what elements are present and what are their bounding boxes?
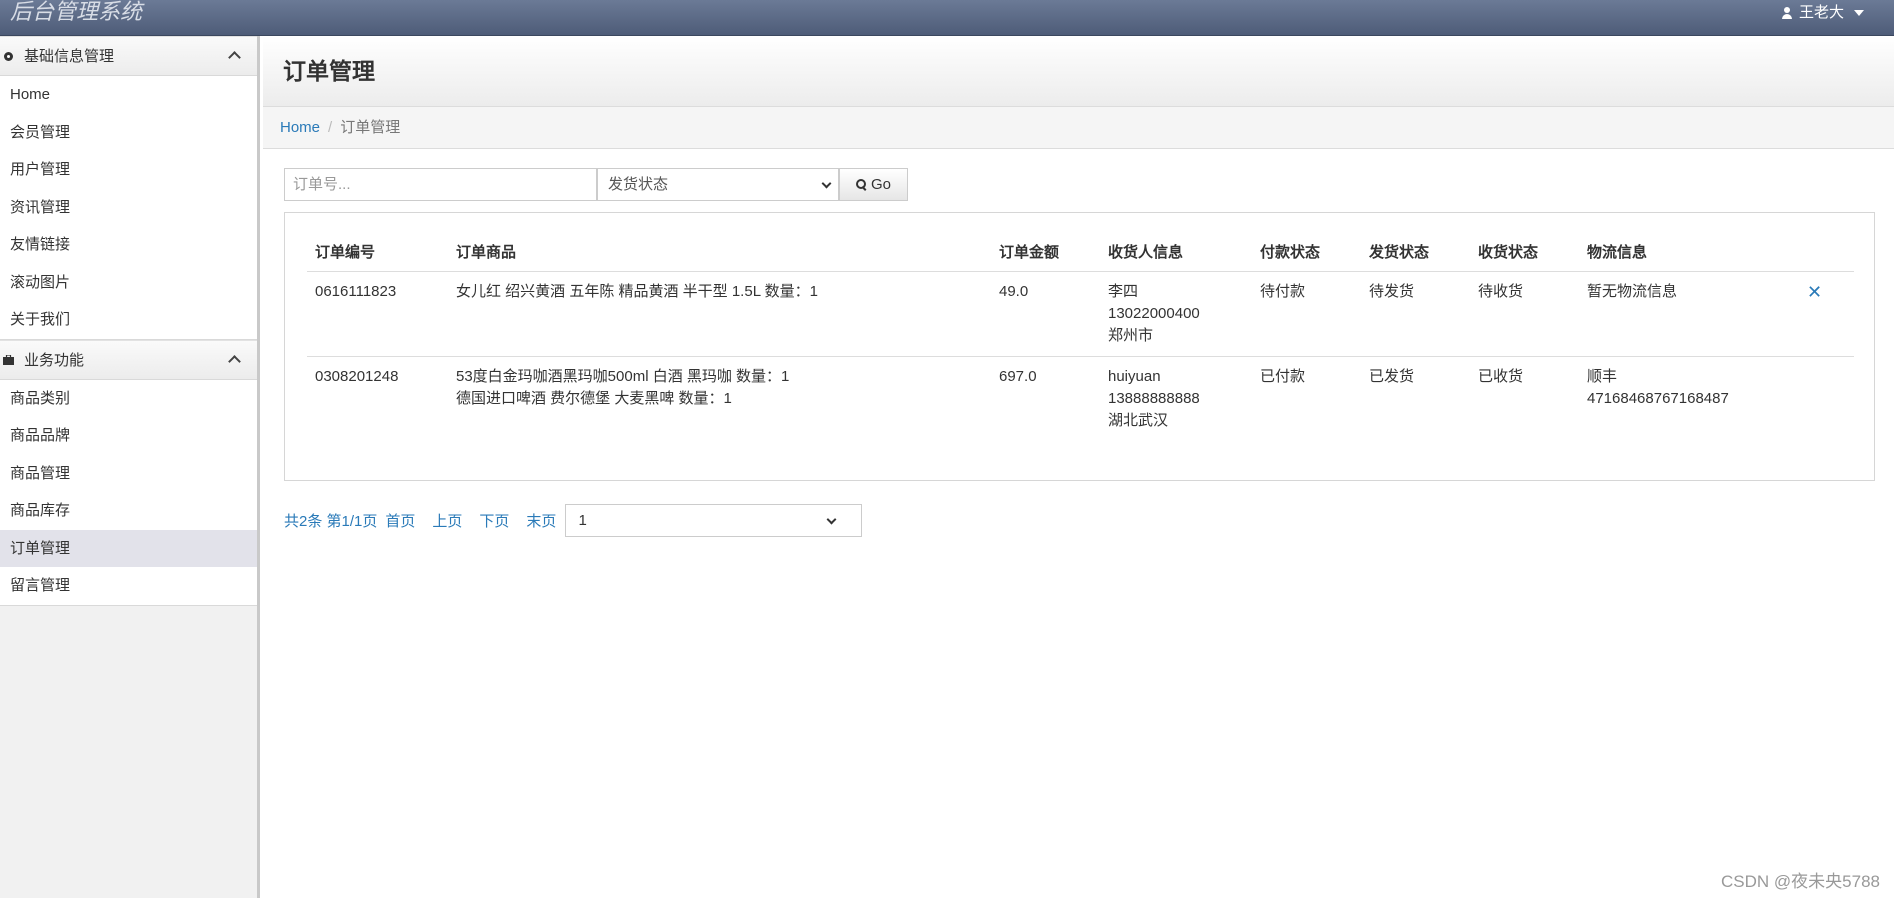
sidebar-item-orders[interactable]: 订单管理 [0,529,257,567]
order-number-input[interactable] [284,168,597,201]
sidebar-item-messages[interactable]: 留言管理 [0,567,257,605]
close-icon[interactable]: ✕ [1807,282,1822,302]
user-name: 王老大 [1798,4,1844,21]
sidebar-item-links[interactable]: 友情链接 [0,226,257,264]
receiver-address: 湖北武汉 [1108,411,1169,429]
sidebar-item-news[interactable]: 资讯管理 [0,189,257,227]
col-pay-status: 付款状态 [1252,233,1361,272]
logistics-cell: 暂无物流信息 [1579,271,1799,357]
main-content: 订单管理 Home / 订单管理 发货状态 Go 订单编号 订单商品 订单金额 [263,36,1894,898]
receiver-name: huiyuan [1108,367,1161,385]
goods-line: 女儿红 绍兴黄酒 五年陈 精品黄酒 半干型 1.5L 数量：1 [456,282,818,300]
orders-table: 订单编号 订单商品 订单金额 收货人信息 付款状态 发货状态 收货状态 物流信息… [307,233,1854,441]
dashboard-icon [4,52,13,61]
chevron-down-icon [821,178,832,189]
sidebar-group-business[interactable]: 业务功能 [0,339,257,380]
col-order-no: 订单编号 [307,233,448,272]
orders-panel: 订单编号 订单商品 订单金额 收货人信息 付款状态 发货状态 收货状态 物流信息… [284,212,1875,481]
sidebar-group-title: 业务功能 [24,351,85,369]
watermark: CSDN @夜未央5788 [1721,872,1880,891]
ship-status-cell: 待发货 [1361,271,1470,357]
app-title: 后台管理系统 [10,0,143,25]
goods-cell: 女儿红 绍兴黄酒 五年陈 精品黄酒 半干型 1.5L 数量：1 [448,271,991,357]
receiver-cell: 李四 13022000400 郑州市 [1100,271,1252,357]
ship-status-value: 发货状态 [608,176,669,193]
sidebar-item-members[interactable]: 会员管理 [0,114,257,152]
sidebar: 基础信息管理 Home 会员管理 用户管理 资讯管理 友情链接 滚动图片 关于我… [0,36,260,898]
breadcrumb-separator: / [328,119,333,136]
receive-status-cell: 待收货 [1470,271,1579,357]
pagination: 共2条 第1/1页 首页 上页 下页 末页 1 [284,504,863,537]
sidebar-item-about[interactable]: 关于我们 [0,301,257,339]
chevron-down-icon [826,514,837,525]
receiver-phone: 13022000400 [1108,304,1200,322]
col-receive-status: 收货状态 [1470,233,1579,272]
page-title: 订单管理 [263,36,1894,107]
breadcrumb-home-link[interactable]: Home [280,119,320,136]
user-menu[interactable]: 王老大 [1781,0,1864,26]
first-page-link[interactable]: 首页 [385,510,415,531]
receiver-cell: huiyuan 13888888888 湖北武汉 [1100,356,1252,441]
go-button[interactable]: Go [839,168,908,201]
actions-cell: ✕ [1799,271,1854,357]
sidebar-list-basic: Home 会员管理 用户管理 资讯管理 友情链接 滚动图片 关于我们 [0,76,257,340]
page-select-value: 1 [578,512,587,529]
chevron-up-icon [228,354,241,368]
col-actions [1799,233,1854,272]
breadcrumb-current: 订单管理 [340,119,401,136]
sidebar-item-carousel[interactable]: 滚动图片 [0,264,257,302]
goods-cell: 53度白金玛咖酒黑玛咖500ml 白酒 黑玛咖 数量：1 德国进口啤酒 费尔德堡… [448,356,991,441]
pagination-info: 共2条 第1/1页 [284,513,378,530]
user-icon [1781,7,1793,19]
table-row: 0616111823 女儿红 绍兴黄酒 五年陈 精品黄酒 半干型 1.5L 数量… [307,271,1854,357]
prev-page-link[interactable]: 上页 [432,510,462,531]
sidebar-list-business: 商品类别 商品品牌 商品管理 商品库存 订单管理 留言管理 [0,379,257,606]
logistics-line: 暂无物流信息 [1587,282,1678,300]
breadcrumb: Home / 订单管理 [263,107,1894,149]
amount-cell: 49.0 [991,271,1100,357]
sidebar-item-users[interactable]: 用户管理 [0,151,257,189]
search-bar: 发货状态 Go [284,168,908,201]
sidebar-item-inventory[interactable]: 商品库存 [0,492,257,530]
search-icon [855,179,867,190]
sidebar-item-categories[interactable]: 商品类别 [0,380,257,418]
table-row: 0308201248 53度白金玛咖酒黑玛咖500ml 白酒 黑玛咖 数量：1 … [307,356,1854,441]
page-select[interactable]: 1 [565,504,863,537]
sidebar-group-basic[interactable]: 基础信息管理 [0,36,257,76]
amount-cell: 697.0 [999,367,1037,385]
briefcase-icon [3,354,14,365]
pay-status-cell: 待付款 [1252,271,1361,357]
next-page-link[interactable]: 下页 [479,510,509,531]
receiver-address: 郑州市 [1108,326,1154,344]
table-header-row: 订单编号 订单商品 订单金额 收货人信息 付款状态 发货状态 收货状态 物流信息 [307,233,1854,272]
order-no-cell: 0308201248 [315,367,399,385]
last-page-link[interactable]: 末页 [526,510,556,531]
goods-line: 德国进口啤酒 费尔德堡 大麦黑啤 数量：1 [456,389,732,407]
ship-status-select[interactable]: 发货状态 [597,168,839,201]
goods-line: 53度白金玛咖酒黑玛咖500ml 白酒 黑玛咖 数量：1 [456,367,790,385]
sidebar-group-title: 基础信息管理 [24,48,115,65]
sidebar-item-brands[interactable]: 商品品牌 [0,417,257,455]
logistics-cell: 顺丰 47168468767168487 [1579,356,1799,441]
logistics-line: 顺丰 [1587,367,1618,385]
logistics-line: 47168468767168487 [1587,389,1729,407]
order-no-cell: 0616111823 [307,271,448,357]
col-receiver: 收货人信息 [1100,233,1252,272]
pay-status-cell: 已付款 [1260,367,1306,385]
ship-status-cell: 已发货 [1369,367,1415,385]
col-amount: 订单金额 [991,233,1100,272]
caret-down-icon [1854,10,1864,16]
sidebar-item-products[interactable]: 商品管理 [0,455,257,493]
actions-cell [1799,356,1854,441]
top-navbar: 后台管理系统 王老大 [0,0,1894,36]
receiver-name: 李四 [1108,282,1139,300]
col-ship-status: 发货状态 [1361,233,1470,272]
go-button-label: Go [870,176,891,193]
receive-status-cell: 已收货 [1478,367,1524,385]
col-logistics: 物流信息 [1579,233,1799,272]
sidebar-item-home[interactable]: Home [0,76,257,114]
col-goods: 订单商品 [448,233,991,272]
receiver-phone: 13888888888 [1108,389,1200,407]
chevron-up-icon [228,51,241,64]
